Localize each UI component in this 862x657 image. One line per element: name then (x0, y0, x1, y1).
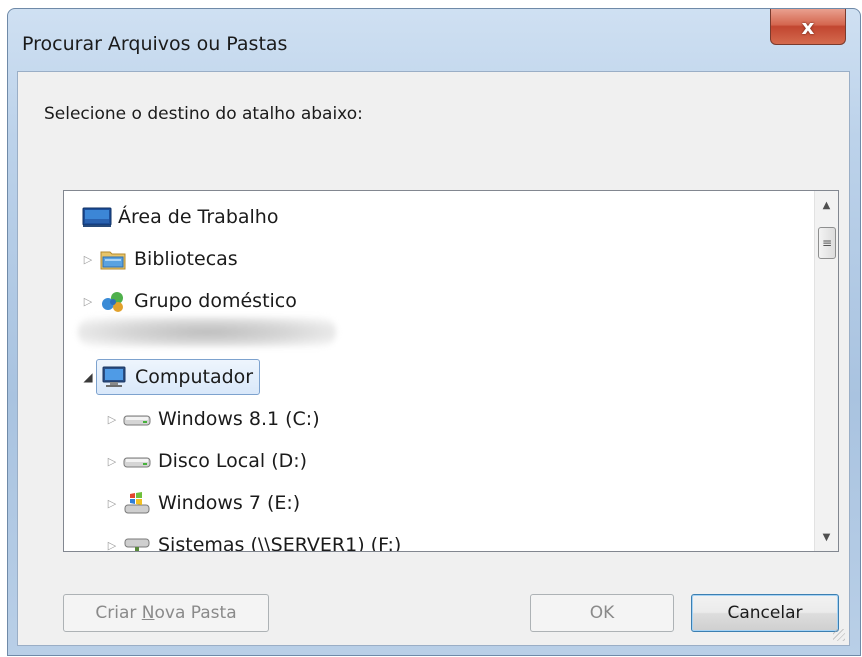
resize-grip-icon[interactable] (833, 629, 845, 641)
close-icon: x (801, 14, 815, 39)
expand-arrow-icon[interactable]: ▷ (104, 497, 120, 510)
browse-dialog-window: Procurar Arquivos ou Pastas x Selecione … (7, 8, 861, 656)
folder-tree[interactable]: Área de Trabalho ▷ Bibliotecas ▷ Grupo d… (63, 190, 839, 552)
cancel-button[interactable]: Cancelar (691, 594, 839, 632)
tree-item-drive-c[interactable]: ▷ Windows 8.1 (C:) (104, 401, 324, 437)
new-folder-button[interactable]: Criar Nova Pasta (63, 594, 269, 632)
drive-icon (120, 407, 154, 431)
computer-icon (97, 365, 131, 389)
tree-item-libraries[interactable]: ▷ Bibliotecas (80, 241, 242, 277)
network-drive-icon (120, 533, 154, 551)
tree-item-label: Sistemas (\\SERVER1) (F:) (158, 534, 402, 552)
arrow-up-icon: ▲ (822, 199, 831, 211)
vertical-scrollbar[interactable]: ▲ ≡ ▼ (814, 191, 838, 551)
libraries-icon (96, 247, 130, 271)
dialog-client-area: Selecione o destino do atalho abaixo: Ár… (17, 71, 850, 646)
scroll-up-button[interactable]: ▲ (815, 193, 838, 217)
scroll-thumb[interactable]: ≡ (818, 227, 836, 259)
expand-arrow-icon[interactable]: ▷ (80, 295, 96, 308)
expand-arrow-icon[interactable]: ▷ (104, 413, 120, 426)
homegroup-icon (96, 289, 130, 313)
selection-highlight: Computador (96, 359, 261, 395)
new-folder-text: Criar Nova Pasta (95, 603, 237, 623)
title-bar[interactable]: Procurar Arquivos ou Pastas x (8, 9, 860, 71)
ok-button[interactable]: OK (530, 594, 674, 632)
tree-item-drive-f[interactable]: ▷ Sistemas (\\SERVER1) (F:) (104, 527, 405, 552)
tree-item-label: Disco Local (D:) (158, 450, 308, 472)
tree-item-label: Windows 8.1 (C:) (158, 408, 320, 430)
ok-label: OK (589, 603, 615, 623)
tree-item-drive-d[interactable]: ▷ Disco Local (D:) (104, 443, 311, 479)
tree-item-redacted[interactable] (78, 317, 336, 347)
cancel-label: Cancelar (727, 603, 803, 623)
tree-item-label: Bibliotecas (134, 248, 238, 270)
instruction-label: Selecione o destino do atalho abaixo: (44, 104, 363, 124)
tree-item-label: Computador (135, 366, 254, 388)
expand-arrow-icon[interactable]: ▷ (80, 253, 96, 266)
new-folder-label: Criar Nova Pasta (95, 603, 236, 623)
expand-arrow-icon[interactable]: ▷ (104, 539, 120, 552)
tree-item-label: Windows 7 (E:) (158, 492, 301, 514)
arrow-down-icon: ▼ (822, 531, 831, 543)
expand-arrow-icon[interactable]: ▷ (104, 455, 120, 468)
scroll-down-button[interactable]: ▼ (815, 525, 838, 549)
window-title: Procurar Arquivos ou Pastas (22, 33, 288, 55)
windows-drive-icon (120, 491, 154, 515)
tree-item-drive-e[interactable]: ▷ Windows 7 (E:) (104, 485, 304, 521)
tree-item-label: Grupo doméstico (134, 290, 297, 312)
close-button[interactable]: x (770, 9, 846, 45)
tree-item-homegroup[interactable]: ▷ Grupo doméstico (80, 283, 301, 319)
grip-icon: ≡ (821, 236, 833, 250)
tree-item-label: Área de Trabalho (118, 206, 279, 228)
drive-icon (120, 449, 154, 473)
tree-item-computer[interactable]: ◢ Computador (80, 359, 261, 395)
tree-item-desktop[interactable]: Área de Trabalho (80, 199, 282, 235)
desktop-icon (80, 205, 114, 229)
collapse-arrow-icon[interactable]: ◢ (80, 370, 96, 384)
